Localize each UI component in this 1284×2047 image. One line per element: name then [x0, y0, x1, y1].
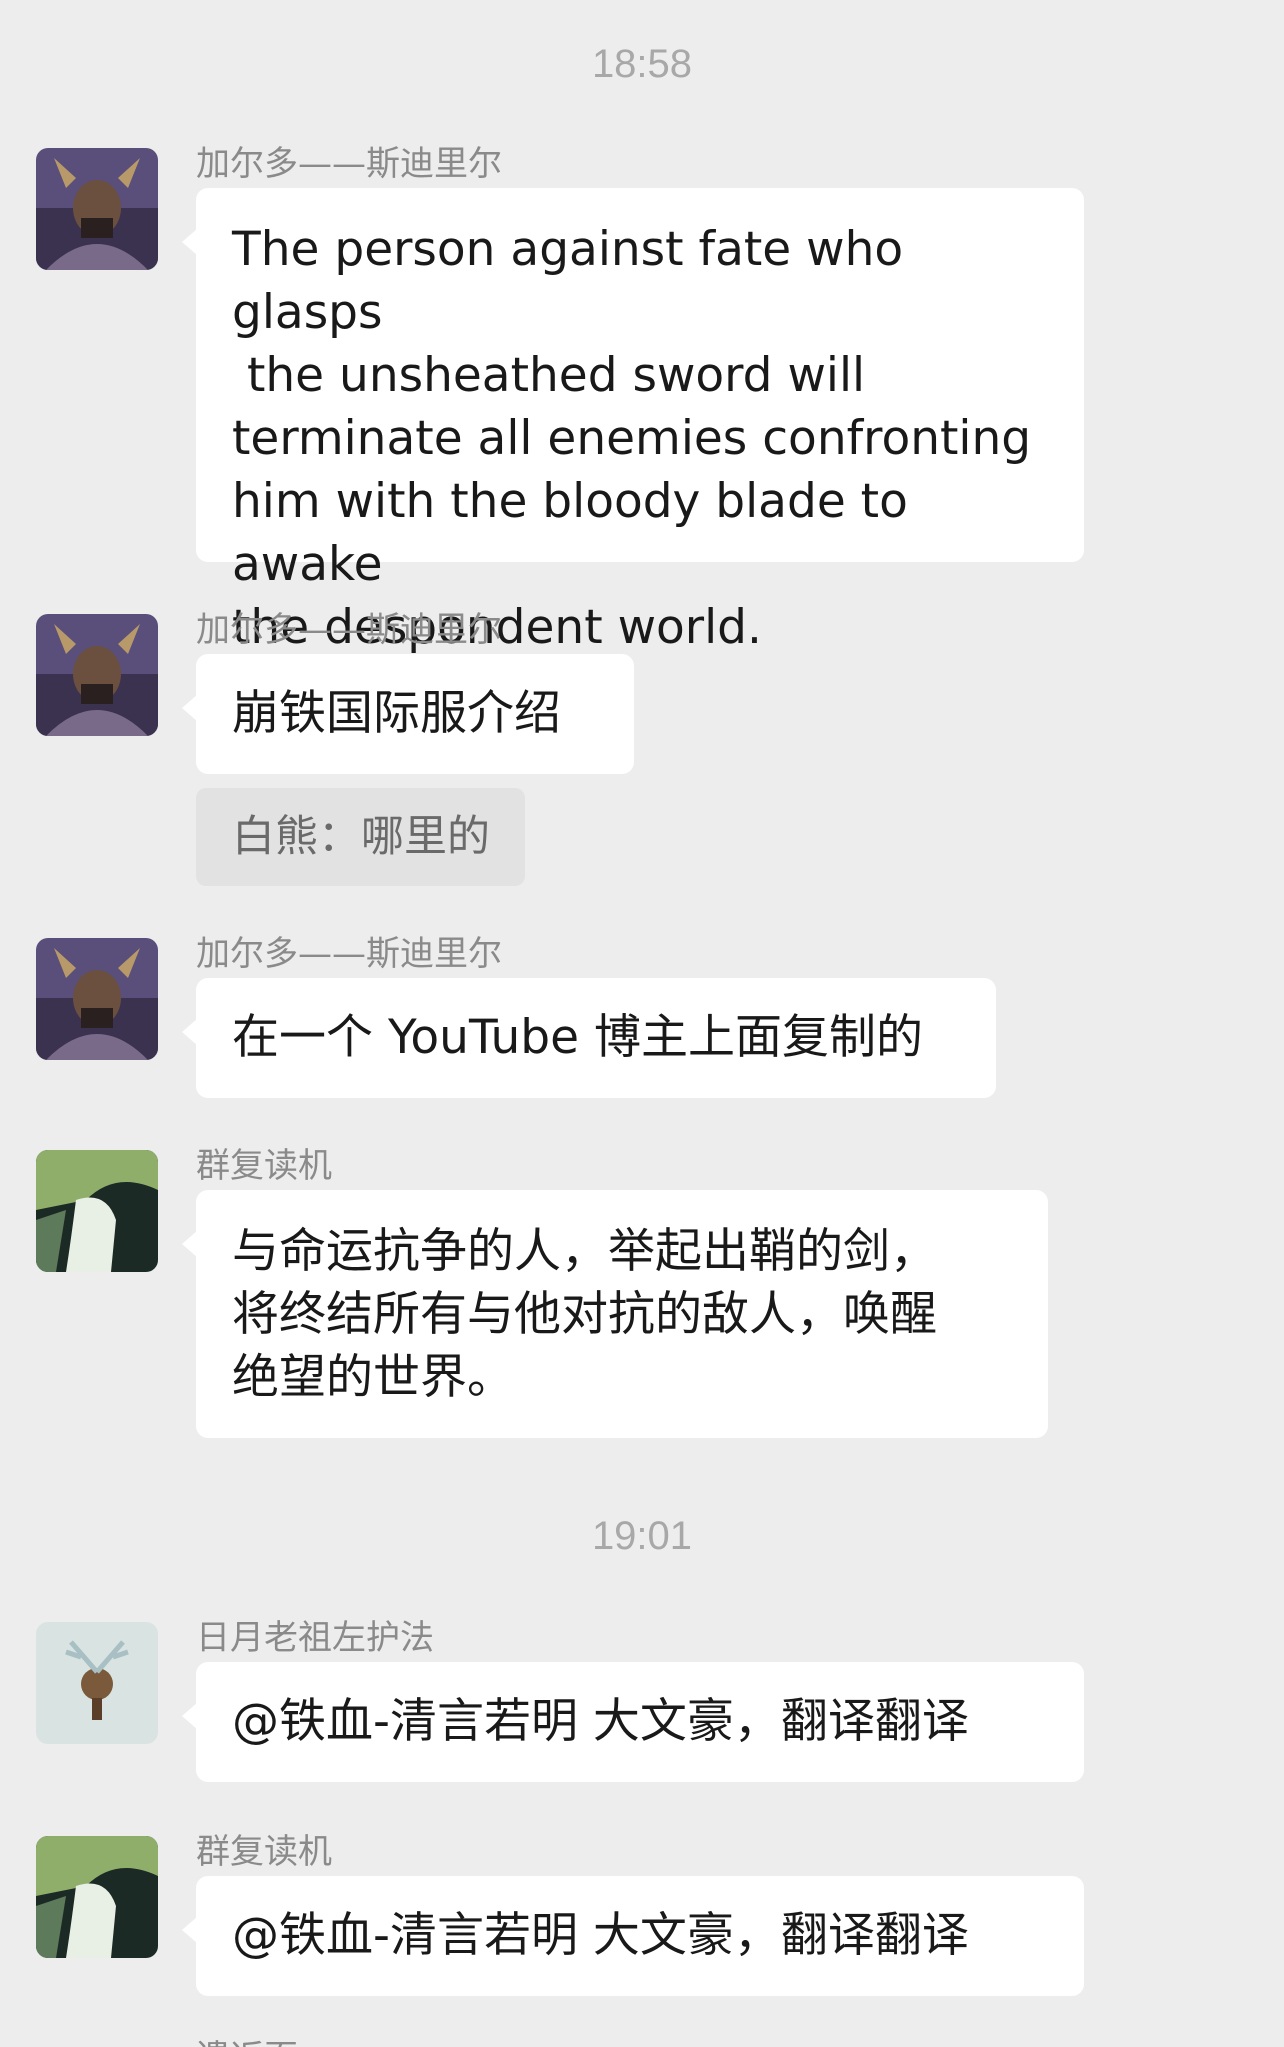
message-text: @铁血-清言若明 大文豪，翻译翻译: [232, 1694, 969, 1749]
timestamp: 18:58: [591, 42, 693, 86]
message-text: 与命运抗争的人，举起出鞘的剑， 将终结所有与他对抗的敌人，唤醒 绝望的世界。: [232, 1224, 937, 1405]
green-hair-profile-avatar[interactable]: [36, 1836, 158, 1958]
quoted-reply[interactable]: 白熊：哪里的: [196, 788, 525, 886]
message-text: 崩铁国际服介绍: [232, 686, 561, 741]
green-hair-profile-avatar[interactable]: [36, 1150, 158, 1272]
sender-name: 加尔多——斯迪里尔: [196, 934, 502, 974]
deer-avatar[interactable]: [36, 1622, 158, 1744]
message-bubble[interactable]: 崩铁国际服介绍: [182, 654, 634, 774]
message-bubble[interactable]: 与命运抗争的人，举起出鞘的剑， 将终结所有与他对抗的敌人，唤醒 绝望的世界。: [182, 1190, 1048, 1438]
chat-view[interactable]: 18:58 加尔多——斯迪里尔 The person against fate …: [0, 0, 1284, 2047]
message-text: @铁血-清言若明 大文豪，翻译翻译: [232, 1908, 969, 1963]
horned-warrior-avatar[interactable]: [36, 148, 158, 270]
sender-name: 加尔多——斯迪里尔: [196, 144, 502, 184]
message-text: The person against fate who glasps the u…: [232, 222, 1032, 655]
sender-name: 加尔多——斯迪里尔: [196, 610, 502, 650]
message-bubble[interactable]: 在一个 YouTube 博主上面复制的: [182, 978, 996, 1098]
message-bubble[interactable]: @铁血-清言若明 大文豪，翻译翻译: [182, 1876, 1084, 1996]
message-bubble[interactable]: @铁血-清言若明 大文豪，翻译翻译: [182, 1662, 1084, 1782]
message-text: 在一个 YouTube 博主上面复制的: [232, 1010, 924, 1065]
horned-warrior-avatar[interactable]: [36, 614, 158, 736]
sender-name: 群复读机: [196, 1832, 332, 1872]
sender-name: 群复读机: [196, 1146, 332, 1186]
sender-name: 遗返页: [196, 2030, 298, 2047]
timestamp: 19:01: [591, 1514, 693, 1558]
sender-name: 日月老祖左护法: [196, 1618, 434, 1658]
horned-warrior-avatar[interactable]: [36, 938, 158, 1060]
message-bubble[interactable]: The person against fate who glasps the u…: [182, 188, 1084, 655]
